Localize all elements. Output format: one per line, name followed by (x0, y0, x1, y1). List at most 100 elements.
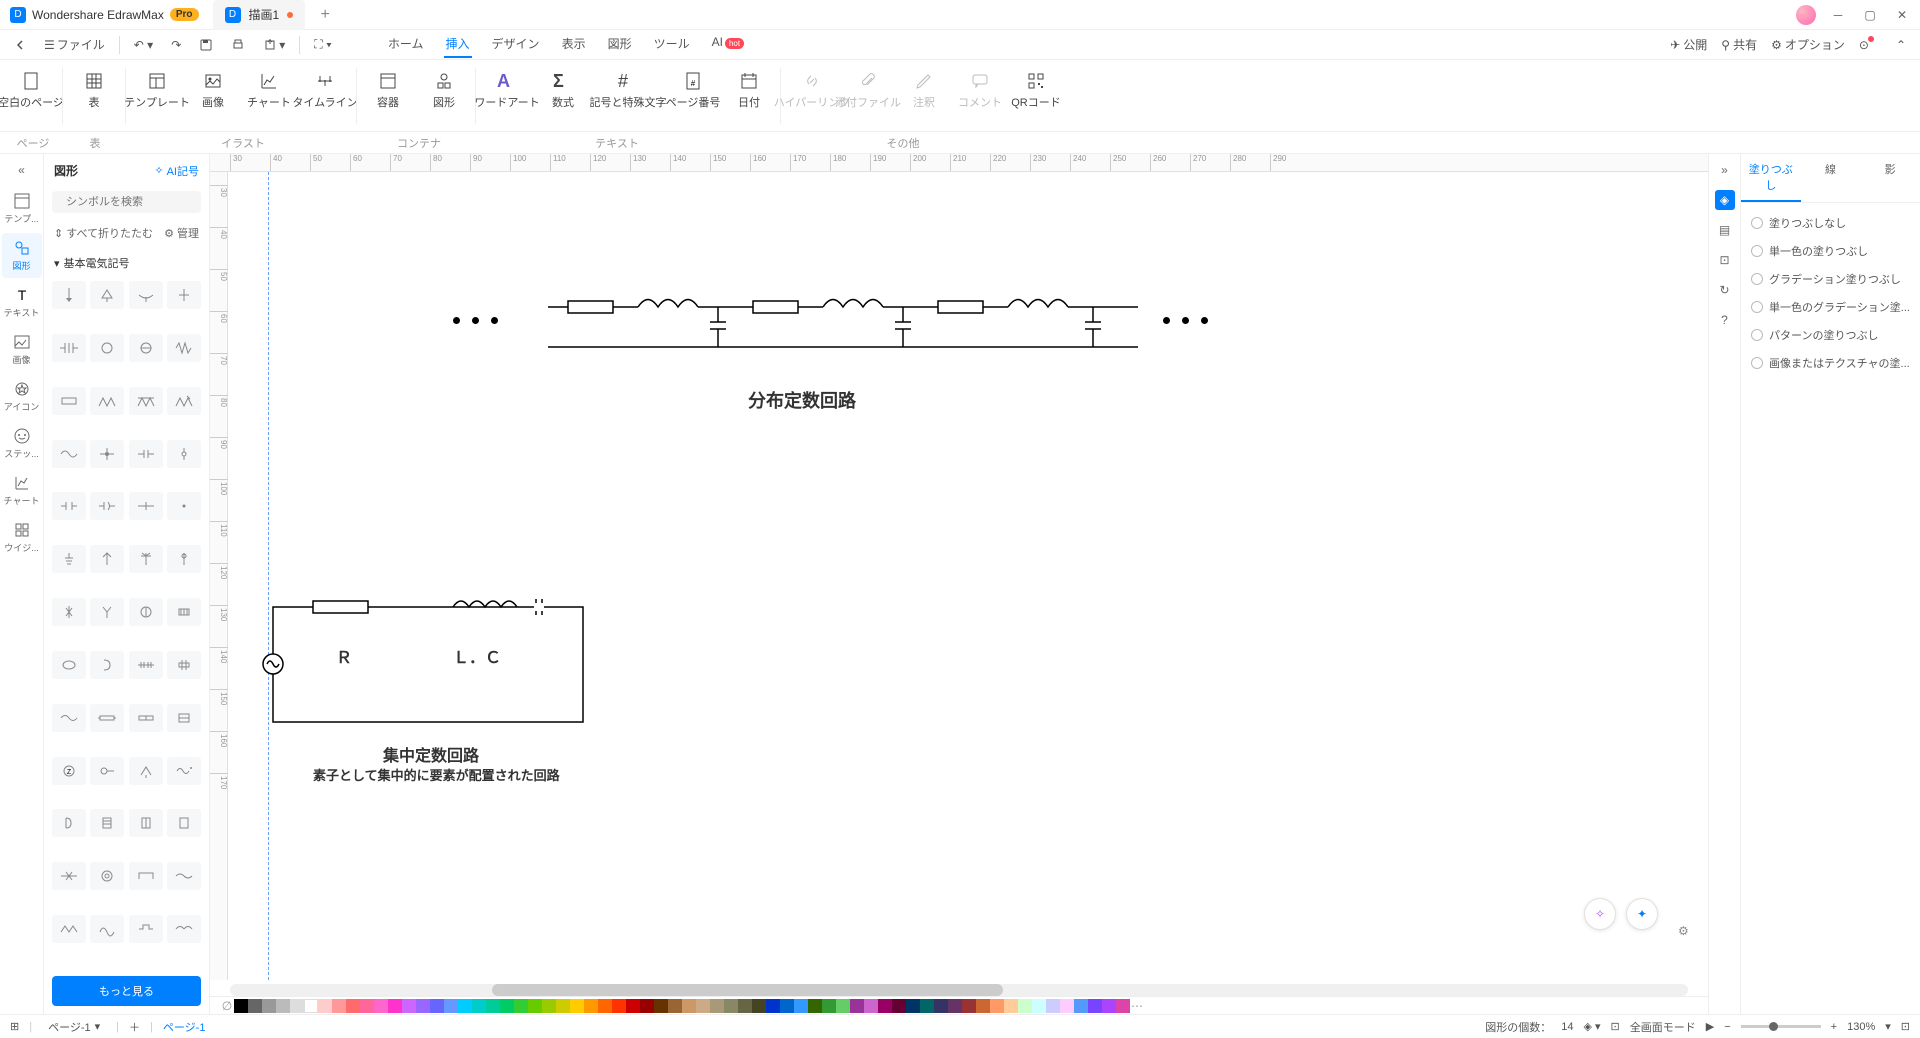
shape-symbol-50[interactable] (129, 915, 163, 943)
color-swatch-54[interactable] (990, 999, 1004, 1013)
user-avatar[interactable] (1796, 5, 1816, 25)
ribbon-table[interactable]: 表 (67, 66, 121, 114)
undo-button[interactable]: ↶ ▾ (130, 34, 157, 56)
color-swatch-21[interactable] (528, 999, 542, 1013)
shape-symbol-25[interactable] (90, 598, 124, 626)
ribbon-timeline[interactable]: タイムライン (298, 66, 352, 114)
horizontal-scrollbar[interactable] (230, 984, 1688, 996)
help-panel-icon[interactable]: ? (1715, 310, 1735, 330)
color-swatch-19[interactable] (500, 999, 514, 1013)
shape-symbol-0[interactable] (52, 281, 86, 309)
fit-view[interactable]: ⊡ (1901, 1020, 1910, 1033)
color-swatch-51[interactable] (948, 999, 962, 1013)
shape-symbol-48[interactable] (52, 915, 86, 943)
color-swatch-6[interactable] (318, 999, 332, 1013)
color-swatch-11[interactable] (388, 999, 402, 1013)
zoom-level[interactable]: 130% (1847, 1021, 1875, 1033)
color-swatch-32[interactable] (682, 999, 696, 1013)
tab-shape[interactable]: 図形 (606, 31, 634, 58)
rail-template[interactable]: テンプ... (2, 186, 42, 231)
distributed-circuit[interactable] (548, 297, 1138, 352)
ribbon-formula[interactable]: Σ数式 (536, 66, 590, 114)
circuit-title-1[interactable]: 分布定数回路 (748, 387, 856, 413)
shape-symbol-51[interactable] (167, 915, 201, 943)
shape-symbol-22[interactable] (129, 545, 163, 573)
shape-symbol-2[interactable] (129, 281, 163, 309)
zoom-dropdown[interactable]: ▾ (1885, 1020, 1891, 1033)
ribbon-chart[interactable]: チャート (242, 66, 296, 114)
color-swatch-33[interactable] (696, 999, 710, 1013)
color-swatch-31[interactable] (668, 999, 682, 1013)
shape-symbol-1[interactable] (90, 281, 124, 309)
minimize-button[interactable]: ─ (1828, 5, 1848, 25)
circuit-title-2[interactable]: 集中定数回路 (383, 742, 479, 766)
ribbon-blank-page[interactable]: 空白のページ (4, 66, 58, 114)
shape-symbol-12[interactable] (52, 440, 86, 468)
color-swatch-58[interactable] (1046, 999, 1060, 1013)
color-swatch-36[interactable] (738, 999, 752, 1013)
color-swatch-17[interactable] (472, 999, 486, 1013)
color-swatch-25[interactable] (584, 999, 598, 1013)
color-swatch-41[interactable] (808, 999, 822, 1013)
shape-symbol-9[interactable] (90, 387, 124, 415)
color-swatch-3[interactable] (276, 999, 290, 1013)
shape-symbol-47[interactable] (167, 862, 201, 890)
collapse-all-button[interactable]: ⇕ すべて折りたたむ (54, 225, 153, 241)
ribbon-template[interactable]: テンプレート (130, 66, 184, 114)
shape-symbol-23[interactable] (167, 545, 201, 573)
close-button[interactable]: ✕ (1892, 5, 1912, 25)
tab-design[interactable]: デザイン (490, 31, 542, 58)
add-page-button[interactable]: ＋ (129, 1019, 140, 1035)
tab-ai[interactable]: AIhot (710, 31, 746, 58)
no-color[interactable]: ∅ (220, 999, 234, 1013)
color-swatch-15[interactable] (444, 999, 458, 1013)
fill-panel-icon[interactable]: ◈ (1715, 190, 1735, 210)
shape-symbol-28[interactable] (52, 651, 86, 679)
color-swatch-39[interactable] (780, 999, 794, 1013)
play-button[interactable]: ▶ (1706, 1020, 1714, 1033)
color-swatch-61[interactable] (1088, 999, 1102, 1013)
shape-symbol-33[interactable] (90, 704, 124, 732)
rail-chart[interactable]: チャート (2, 468, 42, 513)
shape-symbol-6[interactable] (129, 334, 163, 362)
color-swatch-13[interactable] (416, 999, 430, 1013)
shape-symbol-35[interactable] (167, 704, 201, 732)
shape-symbol-36[interactable]: Z (52, 757, 86, 785)
color-swatch-47[interactable] (892, 999, 906, 1013)
fill-none[interactable]: 塗りつぶしなし (1747, 209, 1914, 237)
options-button[interactable]: ⚙ オプション (1771, 36, 1845, 53)
shape-symbol-20[interactable] (52, 545, 86, 573)
color-swatch-56[interactable] (1018, 999, 1032, 1013)
shape-symbol-16[interactable] (52, 492, 86, 520)
rail-widget[interactable]: ウイジ... (2, 515, 42, 560)
color-swatch-53[interactable] (976, 999, 990, 1013)
redo-button[interactable]: ↷ (167, 34, 185, 56)
publish-button[interactable]: ✈ 公開 (1670, 36, 1707, 53)
color-swatch-26[interactable] (598, 999, 612, 1013)
shape-symbol-13[interactable] (90, 440, 124, 468)
color-swatch-18[interactable] (486, 999, 500, 1013)
shape-symbol-45[interactable] (90, 862, 124, 890)
shape-symbol-7[interactable] (167, 334, 201, 362)
collapse-ribbon-button[interactable]: ⌃ (1892, 34, 1910, 56)
color-swatch-29[interactable] (640, 999, 654, 1013)
ribbon-diagram[interactable]: 図形 (417, 66, 471, 114)
shape-symbol-29[interactable] (90, 651, 124, 679)
shape-symbol-40[interactable] (52, 809, 86, 837)
color-swatch-16[interactable] (458, 999, 472, 1013)
color-swatch-9[interactable] (360, 999, 374, 1013)
color-swatch-28[interactable] (626, 999, 640, 1013)
tab-line[interactable]: 線 (1801, 154, 1861, 202)
shape-symbol-26[interactable] (129, 598, 163, 626)
color-swatch-0[interactable] (234, 999, 248, 1013)
color-swatch-50[interactable] (934, 999, 948, 1013)
color-swatch-63[interactable] (1116, 999, 1130, 1013)
color-swatch-12[interactable] (402, 999, 416, 1013)
tab-shadow[interactable]: 影 (1860, 154, 1920, 202)
fill-gradient-solid[interactable]: 単一色のグラデーション塗... (1747, 293, 1914, 321)
page-panel-icon[interactable]: ▤ (1715, 220, 1735, 240)
lumped-circuit[interactable] (258, 597, 588, 727)
page-dropdown[interactable]: ページ-1 ▾ (42, 1017, 106, 1037)
more-colors[interactable]: ⋯ (1130, 999, 1144, 1013)
shape-symbol-18[interactable] (129, 492, 163, 520)
